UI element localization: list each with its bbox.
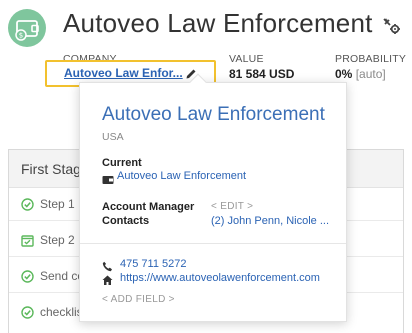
add-field-button[interactable]: < ADD FIELD > — [102, 294, 175, 305]
website-link[interactable]: https://www.autoveolawenforcement.com — [120, 272, 320, 284]
svg-text:$: $ — [19, 32, 23, 40]
popover-divider — [80, 243, 346, 244]
stage-title: First Stag — [21, 161, 81, 177]
phone-link[interactable]: 475 711 5272 — [120, 258, 186, 270]
check-circle-icon — [21, 198, 34, 211]
value-label: VALUE — [229, 53, 264, 65]
probability-value[interactable]: 0% [auto] — [335, 67, 386, 81]
activity-label: Step 2 — [40, 233, 75, 247]
company-link[interactable]: Autoveo Law Enfor... — [64, 66, 183, 80]
popover-title[interactable]: Autoveo Law Enforcement — [102, 104, 325, 126]
current-company-link[interactable]: Autoveo Law Enforcement — [117, 170, 246, 182]
current-label: Current — [102, 157, 142, 169]
contacts-label: Contacts — [102, 215, 150, 227]
customize-icon[interactable] — [381, 16, 401, 36]
check-circle-icon — [21, 270, 34, 283]
home-icon — [102, 273, 113, 291]
contacts-link[interactable]: (2) John Penn, Nicole ... — [211, 215, 329, 227]
probability-label: PROBABILITY — [335, 53, 407, 65]
deal-icon: $ — [8, 9, 46, 47]
value-amount[interactable]: 81 584 USD — [229, 67, 294, 81]
probability-percent: 0% — [335, 67, 353, 81]
wallet-icon — [102, 172, 114, 190]
activity-label: checklis — [40, 305, 83, 319]
activity-label: Send co — [40, 269, 85, 283]
company-popover: Autoveo Law Enforcement USA Current Auto… — [79, 73, 347, 322]
deal-title: Autoveo Law Enforcement — [63, 8, 373, 38]
calendar-check-icon — [21, 235, 34, 247]
popover-country: USA — [102, 131, 124, 143]
activity-label: Step 1 — [40, 197, 75, 211]
probability-auto: [auto] — [355, 67, 386, 81]
account-manager-label: Account Manager — [102, 201, 195, 213]
account-manager-edit[interactable]: < EDIT > — [211, 201, 253, 212]
check-circle-icon — [21, 306, 34, 319]
